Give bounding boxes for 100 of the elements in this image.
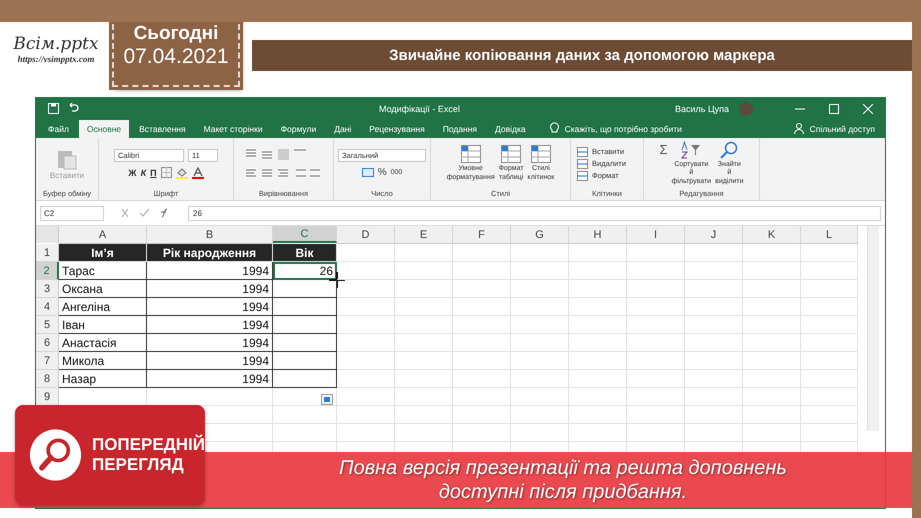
ribbon-tab[interactable]: Формули	[272, 120, 324, 138]
grid-cell	[801, 316, 858, 334]
cells-icon	[577, 170, 588, 180]
table-cell: 1994	[147, 352, 273, 370]
column-header[interactable]: B	[147, 226, 273, 244]
lightbulb-icon	[550, 122, 559, 134]
grid-cell	[453, 316, 511, 334]
grid-cell	[569, 388, 627, 406]
grid-cell	[395, 334, 453, 352]
font-style-button[interactable]: К	[140, 168, 146, 178]
table-cell: Оксана	[59, 280, 147, 298]
name-box[interactable]: C2	[40, 206, 104, 220]
row-header[interactable]: 8	[36, 370, 59, 388]
maximize-icon[interactable]	[829, 104, 839, 114]
window-title: Модифікації - Excel	[379, 104, 460, 114]
grid-cell	[743, 244, 801, 262]
fill-color-icon[interactable]	[176, 166, 188, 178]
tell-me-field[interactable]: Скажіть, що потрібно зробити	[564, 124, 682, 138]
close-icon[interactable]	[863, 104, 873, 114]
row-header[interactable]: 7	[36, 352, 59, 370]
currency-icon[interactable]	[362, 168, 374, 178]
ribbon-tab[interactable]: Макет сторінки	[196, 120, 271, 138]
logo-url: https://vsimpptx.com	[18, 54, 94, 64]
table-cell	[273, 352, 337, 370]
grid-cell	[337, 406, 395, 424]
grid-cell	[685, 334, 743, 352]
row-header[interactable]: 1	[36, 244, 59, 262]
person-icon[interactable]	[794, 123, 804, 134]
table-cell: Іван	[59, 316, 147, 334]
row-header[interactable]: 5	[36, 316, 59, 334]
table-cell	[273, 316, 337, 334]
autosum-button[interactable]: Σ	[660, 142, 668, 157]
column-header[interactable]: J	[685, 226, 743, 244]
table-cell: 26	[273, 262, 337, 280]
formula-field[interactable]: 26	[188, 206, 881, 220]
column-header[interactable]: F	[453, 226, 511, 244]
column-header[interactable]: G	[511, 226, 569, 244]
grid-cell	[801, 334, 858, 352]
table-cell: 1994	[147, 334, 273, 352]
grid-cell	[627, 334, 685, 352]
column-header[interactable]: I	[627, 226, 685, 244]
column-header[interactable]: H	[569, 226, 627, 244]
grid-cell	[801, 244, 858, 262]
grid-cell	[743, 280, 801, 298]
ribbon-tab[interactable]: Вставлення	[131, 120, 194, 138]
header-cell: Ім’я	[59, 244, 147, 262]
table-cell	[273, 334, 337, 352]
ribbon-tab[interactable]: Рецензування	[361, 120, 433, 138]
row-header[interactable]: 6	[36, 334, 59, 352]
grid-cell	[395, 370, 453, 388]
share-button[interactable]: Спільний доступ	[810, 124, 885, 138]
percent-button[interactable]: %	[378, 167, 387, 178]
grid-cell	[453, 280, 511, 298]
grid-cell	[395, 316, 453, 334]
paste-options-icon[interactable]	[321, 394, 333, 405]
table-cell: Ангеліна	[59, 298, 147, 316]
search-icon	[719, 141, 740, 160]
ribbon-tab[interactable]: Основне	[78, 120, 130, 138]
row-header[interactable]: 3	[36, 280, 59, 298]
save-icon[interactable]	[48, 103, 59, 114]
column-header[interactable]: L	[801, 226, 858, 244]
grid-cell	[801, 352, 858, 370]
grid-cell	[743, 406, 801, 424]
table-cell	[273, 298, 337, 316]
table-cell: 1994	[147, 316, 273, 334]
grid-cell	[627, 388, 685, 406]
grid-cell	[685, 406, 743, 424]
column-header[interactable]: D	[337, 226, 395, 244]
ribbon-tab[interactable]: Файл	[40, 120, 77, 138]
grid-cell	[453, 262, 511, 280]
grid-cell	[801, 370, 858, 388]
row-header[interactable]: 2	[36, 262, 59, 280]
grid-cell	[337, 334, 395, 352]
grid-cell	[627, 280, 685, 298]
column-header[interactable]: E	[395, 226, 453, 244]
row-header[interactable]: 4	[36, 298, 59, 316]
table-format-icon	[460, 145, 481, 164]
undo-icon[interactable]	[67, 103, 79, 113]
scrollbar[interactable]	[867, 226, 879, 431]
grid-cell	[453, 352, 511, 370]
column-header[interactable]: C	[273, 226, 337, 243]
column-header[interactable]: A	[59, 226, 147, 244]
ribbon-tab[interactable]: Довідка	[487, 120, 534, 138]
grid-cell	[569, 352, 627, 370]
grid-cell	[627, 406, 685, 424]
grid-cell	[627, 298, 685, 316]
ribbon-tab[interactable]: Дані	[326, 120, 360, 138]
row-header[interactable]: 9	[36, 388, 59, 406]
banner-text: доступні після придбання.	[438, 480, 688, 504]
grid-cell	[337, 316, 395, 334]
ribbon-tab[interactable]: Подання	[434, 120, 486, 138]
grid-cell	[569, 244, 627, 262]
border-icon[interactable]	[160, 167, 172, 178]
grid-cell	[685, 352, 743, 370]
font-style-button[interactable]: П	[150, 168, 157, 178]
grid-cell	[511, 370, 569, 388]
grid-cell	[801, 298, 858, 316]
font-color-icon[interactable]	[192, 166, 204, 178]
column-header[interactable]: K	[743, 226, 801, 244]
font-style-button[interactable]: Ж	[128, 168, 137, 178]
